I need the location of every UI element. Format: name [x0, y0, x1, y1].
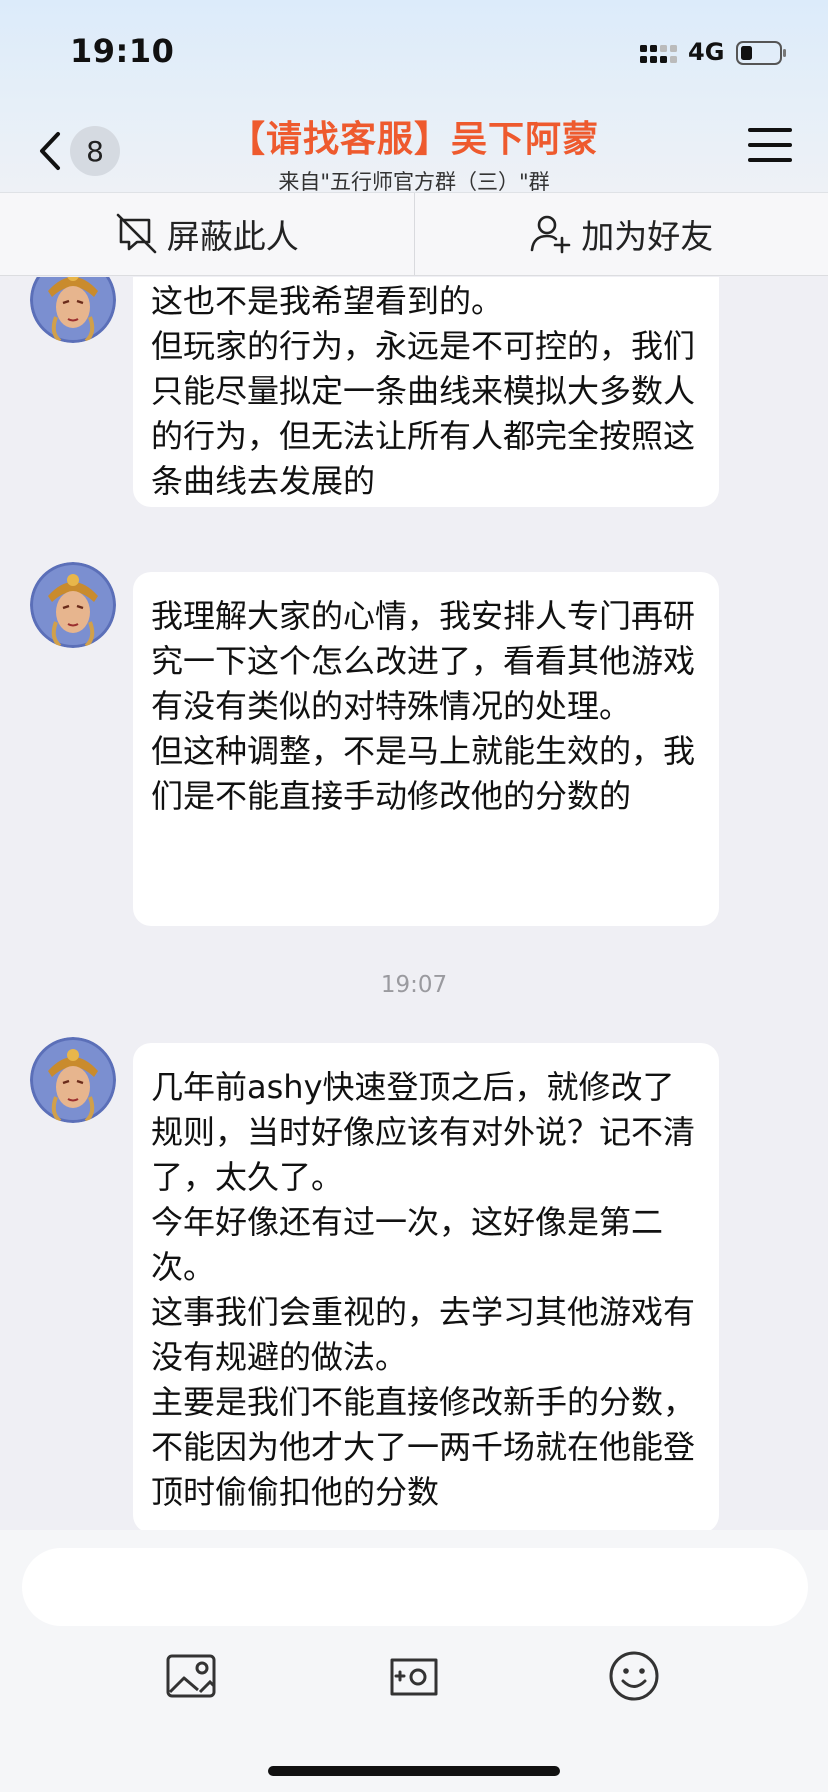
message-input[interactable] [22, 1548, 808, 1626]
unread-badge: 8 [70, 126, 120, 176]
message-timestamp: 19:07 [380, 972, 448, 998]
home-indicator[interactable] [268, 1766, 560, 1776]
avatar[interactable] [30, 562, 116, 648]
status-time: 19:10 [70, 32, 175, 70]
camera-icon[interactable] [386, 1648, 442, 1704]
message-bubble[interactable]: 这也不是我希望看到的。 但玩家的行为，永远是不可控的，我们只能尽量拟定一条曲线来… [133, 277, 719, 507]
block-icon [116, 213, 157, 254]
message-bubble[interactable]: 几年前ashy快速登顶之后，就修改了规则，当时好像应该有对外说？记不清了，太久了… [133, 1043, 719, 1530]
status-bar: 19:10 4G [0, 0, 828, 100]
nav-bar: 8 【请找客服】吴下阿蒙 来自"五行师官方群（三）"群 [0, 100, 828, 194]
chat-title: 【请找客服】吴下阿蒙 [228, 119, 599, 160]
action-bar: 屏蔽此人 加为好友 [0, 192, 828, 276]
menu-bar-2 [748, 143, 792, 147]
add-friend-label: 加为好友 [581, 217, 714, 256]
add-friend-button[interactable]: 加为好友 [415, 193, 828, 275]
avatar[interactable] [30, 277, 116, 343]
avatar-image [30, 277, 116, 343]
message-list[interactable]: 这也不是我希望看到的。 但玩家的行为，永远是不可控的，我们只能尽量拟定一条曲线来… [0, 277, 828, 1530]
add-user-icon [530, 215, 571, 254]
emoji-icon[interactable] [606, 1648, 662, 1704]
chat-header: 19:10 4G 8 【请找客服】吴下阿蒙 来自"五行师官方群（三）"群 [0, 0, 828, 194]
avatar-image [30, 1037, 116, 1123]
chevron-left-icon [40, 132, 60, 170]
battery-icon [736, 41, 786, 65]
signal-icon [640, 45, 677, 63]
composer-area [0, 1530, 828, 1792]
image-icon[interactable] [164, 1648, 220, 1704]
avatar[interactable] [30, 1037, 116, 1123]
block-user-label: 屏蔽此人 [166, 217, 299, 256]
menu-button[interactable] [748, 128, 792, 168]
network-type: 4G [688, 38, 725, 66]
avatar-image [30, 562, 116, 648]
block-user-button[interactable]: 屏蔽此人 [0, 193, 415, 275]
menu-bar-3 [748, 158, 792, 162]
message-bubble[interactable]: 我理解大家的心情，我安排人专门再研究一下这个怎么改进了，看看其他游戏有没有类似的… [133, 572, 719, 926]
title-block: 【请找客服】吴下阿蒙 来自"五行师官方群（三）"群 [150, 110, 678, 196]
menu-bar-1 [748, 128, 792, 132]
back-button[interactable]: 8 [36, 126, 128, 176]
